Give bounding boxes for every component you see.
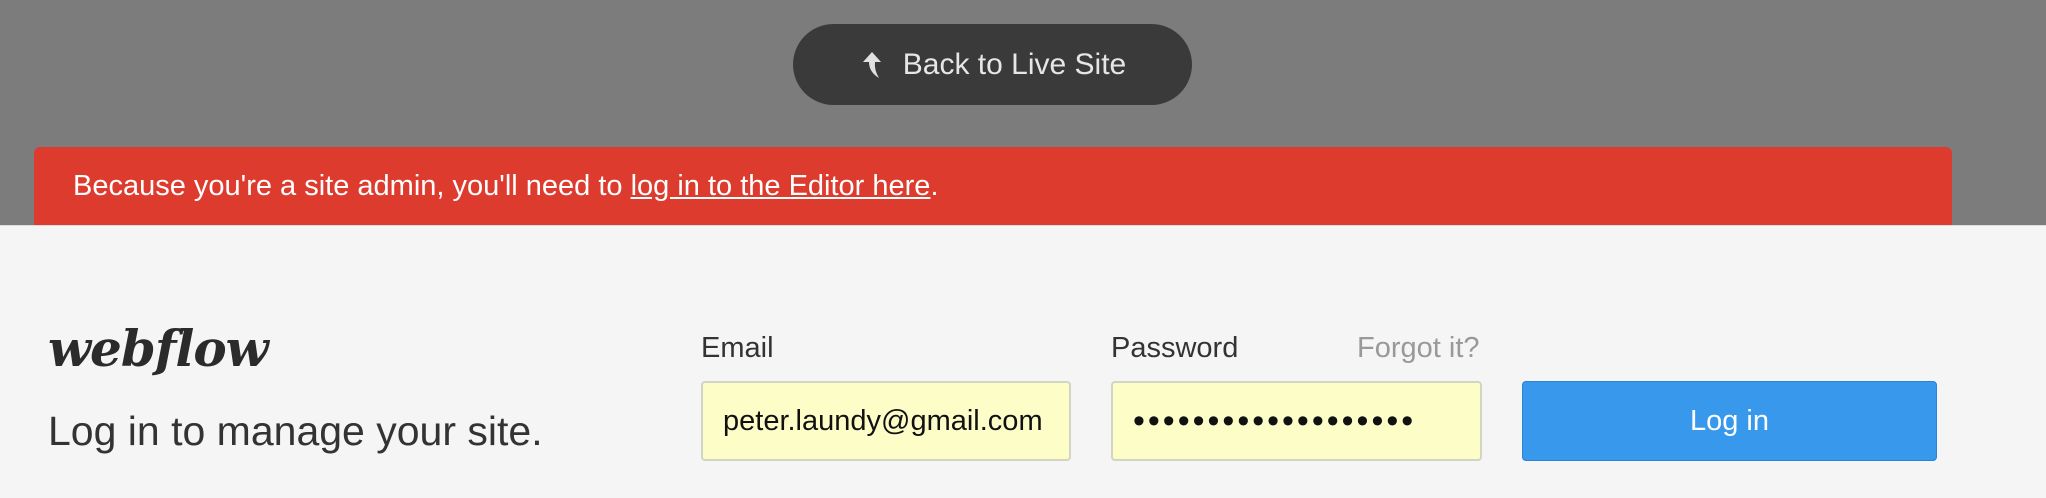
password-input[interactable] — [1111, 381, 1482, 461]
back-button-label: Back to Live Site — [902, 47, 1127, 81]
alert-text-suffix: . — [930, 169, 939, 202]
password-label: Password — [1111, 332, 1239, 364]
editor-login-link[interactable]: log in to the Editor here — [631, 170, 931, 203]
arrow-up-icon — [859, 50, 885, 80]
login-panel: webflow Log in to manage your site. Emai… — [0, 225, 2046, 498]
login-tagline: Log in to manage your site. — [48, 408, 543, 454]
top-area: Back to Live Site Because you're a site … — [0, 0, 2046, 225]
forgot-password-link[interactable]: Forgot it? — [1357, 334, 1480, 363]
alert-text-prefix: Because you're a site admin, you'll need… — [73, 169, 631, 202]
webflow-logo: webflow — [48, 319, 269, 378]
back-to-live-site-button[interactable]: Back to Live Site — [793, 24, 1192, 105]
login-button[interactable]: Log in — [1522, 381, 1937, 461]
admin-alert-banner: Because you're a site admin, you'll need… — [34, 147, 1952, 225]
email-label: Email — [701, 332, 774, 364]
email-input[interactable] — [701, 381, 1071, 461]
